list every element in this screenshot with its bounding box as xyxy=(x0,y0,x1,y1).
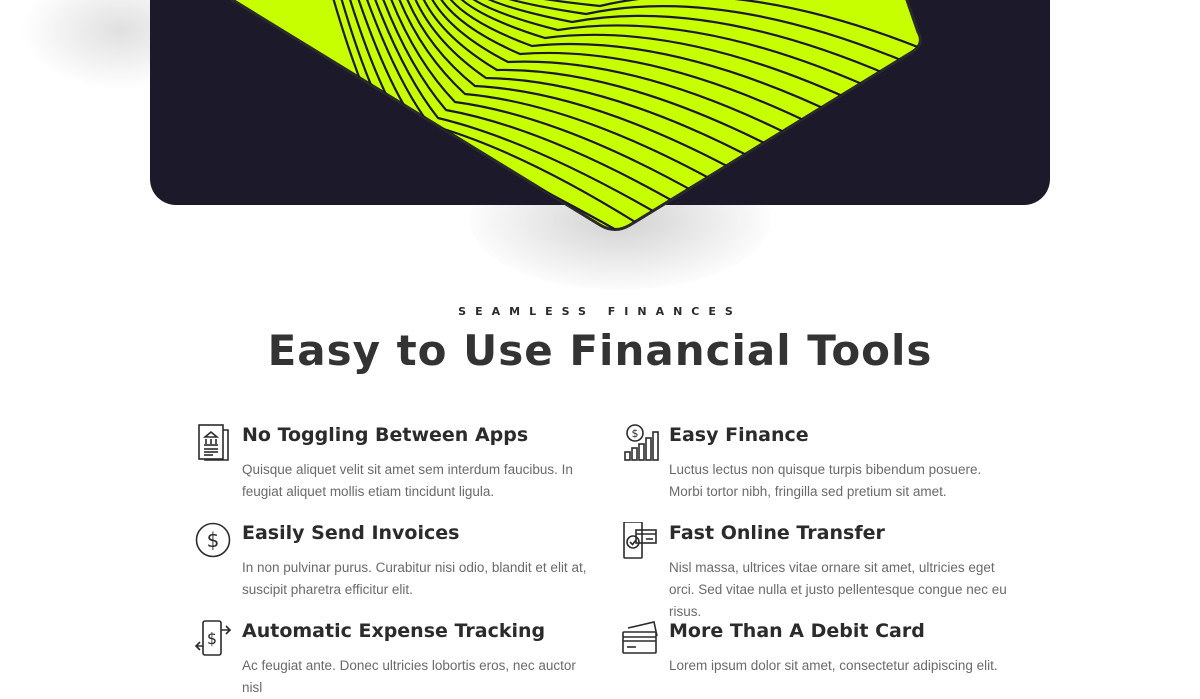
feature-description: Nisl massa, ultrices vitae ornare sit am… xyxy=(669,560,1007,619)
section-headline: Easy to Use Financial Tools xyxy=(267,326,933,375)
feature-description: Ac feugiat ante. Donec ultricies loborti… xyxy=(242,658,576,695)
feature-description: Luctus lectus non quisque turpis bibendu… xyxy=(669,462,982,499)
svg-text:$: $ xyxy=(632,427,639,440)
credit-card-illustration xyxy=(229,0,922,231)
feature-description: Quisque aliquet velit sit amet sem inter… xyxy=(242,462,573,499)
section-eyebrow: SEAMLESS FINANCES xyxy=(458,305,742,318)
credit-cards-icon xyxy=(622,621,658,654)
svg-text:$: $ xyxy=(207,528,220,552)
feature-title: Fast Online Transfer xyxy=(669,522,885,544)
feature-title: More Than A Debit Card xyxy=(669,620,925,642)
feature-title: Automatic Expense Tracking xyxy=(242,620,546,642)
dollar-circle-icon: $ xyxy=(195,522,231,558)
mobile-transfer-icon: $ xyxy=(195,620,232,656)
feature-title: Easily Send Invoices xyxy=(242,522,460,544)
feature-title: Easy Finance xyxy=(669,424,809,446)
coin-growth-chart-icon: $ xyxy=(624,424,659,461)
feature-title: No Toggling Between Apps xyxy=(242,424,529,446)
bank-document-icon xyxy=(198,424,229,461)
feature-description: Lorem ipsum dolor sit amet, consectetur … xyxy=(669,658,998,673)
hero-banner xyxy=(0,0,1200,310)
svg-text:$: $ xyxy=(207,629,217,648)
phone-card-check-icon xyxy=(623,522,657,559)
feature-description: In non pulvinar purus. Curabitur nisi od… xyxy=(242,560,587,597)
